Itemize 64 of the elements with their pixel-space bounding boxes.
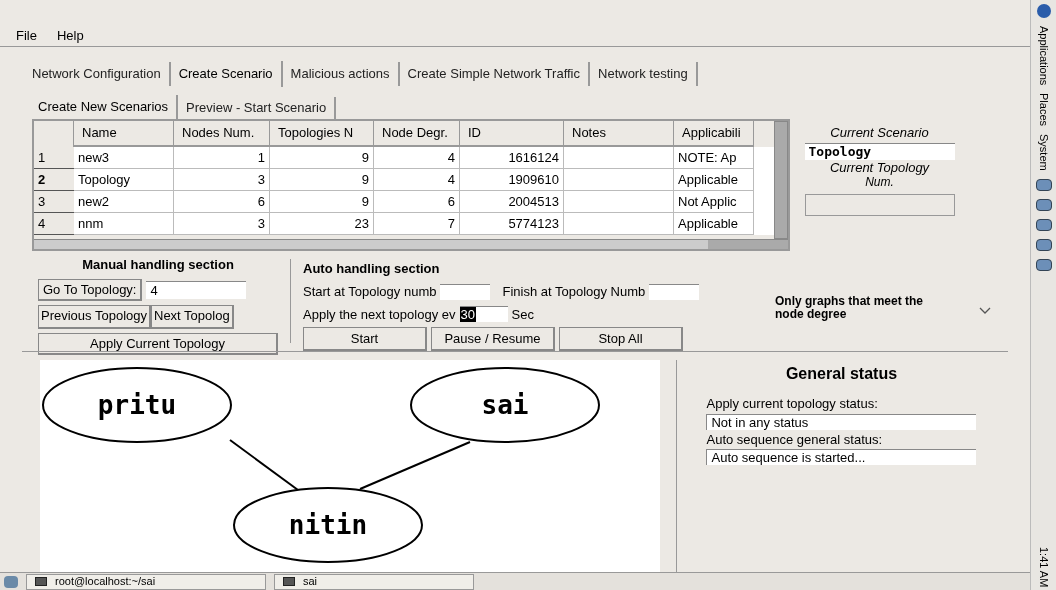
graph-node: sai xyxy=(410,367,600,444)
label: Apply the next topology ev xyxy=(303,305,456,324)
next-topology-button[interactable]: Next Topolog xyxy=(151,304,234,329)
graph-node: nitin xyxy=(233,487,423,564)
edge-line xyxy=(229,439,299,492)
logo-icon[interactable] xyxy=(1036,4,1051,18)
go-to-topology-button[interactable]: Go To Topology: xyxy=(38,278,143,301)
label: Finish at Topology Numb xyxy=(502,282,646,301)
label: Num. xyxy=(865,174,894,190)
table-cell: nnm xyxy=(74,213,174,236)
label: Start at Topology numb xyxy=(303,282,437,301)
interval-spinner[interactable]: 30 xyxy=(459,306,508,323)
graph-node: pritu xyxy=(42,367,232,444)
scenario-field[interactable]: Topology xyxy=(804,142,955,160)
window-icon xyxy=(283,577,295,587)
launcher-icon[interactable] xyxy=(1035,199,1052,212)
action-button[interactable]: Pause / Resume xyxy=(431,327,555,352)
panel-menu-item[interactable]: System xyxy=(1035,134,1052,172)
row-number[interactable]: 2 xyxy=(34,169,74,192)
table-cell: 23 xyxy=(270,213,374,236)
clock: 1:41 AM xyxy=(1036,547,1051,588)
label: Auto sequence general status: xyxy=(706,430,884,449)
tab[interactable]: Create Simple Network Traffic xyxy=(399,62,590,87)
status-field: Not in any status xyxy=(706,413,977,430)
terminal-icon xyxy=(35,577,47,587)
apply-topology-button[interactable]: Apply Current Topology xyxy=(38,332,278,356)
row-number[interactable]: 4 xyxy=(34,213,74,236)
table-cell: 3 xyxy=(174,213,270,236)
tab[interactable]: Network testing xyxy=(590,62,698,87)
label: Only graphs that meet the node degree xyxy=(775,295,925,322)
launcher-icon[interactable] xyxy=(1035,219,1052,232)
launcher-icon[interactable] xyxy=(1035,179,1052,192)
vertical-scrollbar[interactable] xyxy=(774,121,788,240)
section-title: Manual handling section xyxy=(81,256,235,275)
label: Current Scenario xyxy=(830,124,929,143)
tab[interactable]: Malicious actions xyxy=(282,62,400,87)
taskbar-button[interactable]: root@localhost:~/sai xyxy=(26,573,266,590)
label: Sec xyxy=(511,305,534,324)
menu-item[interactable]: Help xyxy=(52,26,88,46)
horizontal-scrollbar[interactable] xyxy=(34,239,788,250)
action-button[interactable]: Stop All xyxy=(559,327,683,352)
status-field: Auto sequence is started... xyxy=(706,449,977,466)
start-field[interactable] xyxy=(440,283,491,300)
table-cell: Applicable xyxy=(674,213,754,236)
label: Current Topology xyxy=(829,159,930,175)
menu-item[interactable]: File xyxy=(12,26,41,46)
topology-field[interactable] xyxy=(804,193,955,216)
launcher-icon[interactable] xyxy=(1035,259,1052,272)
row-number[interactable]: 1 xyxy=(34,147,74,170)
section-title: General status xyxy=(785,364,898,385)
finish-field[interactable] xyxy=(649,283,700,300)
launcher-icon[interactable] xyxy=(1035,239,1052,252)
table-cell: 7 xyxy=(374,213,460,236)
row-number[interactable]: 3 xyxy=(34,191,74,214)
chevron-down-icon[interactable] xyxy=(979,307,991,316)
section-title: Auto handling section xyxy=(303,260,441,279)
previous-topology-button[interactable]: Previous Topology xyxy=(38,304,151,329)
taskbar-button[interactable]: sai xyxy=(274,573,474,590)
panel-menu-item[interactable]: Places xyxy=(1035,93,1052,127)
action-button[interactable]: Start xyxy=(303,327,427,352)
panel-menu-item[interactable]: Applications xyxy=(1035,26,1052,86)
topology-number-field[interactable]: 4 xyxy=(146,280,247,299)
table-cell: 5774123 xyxy=(460,213,564,236)
label: Apply current topology status: xyxy=(706,395,879,414)
